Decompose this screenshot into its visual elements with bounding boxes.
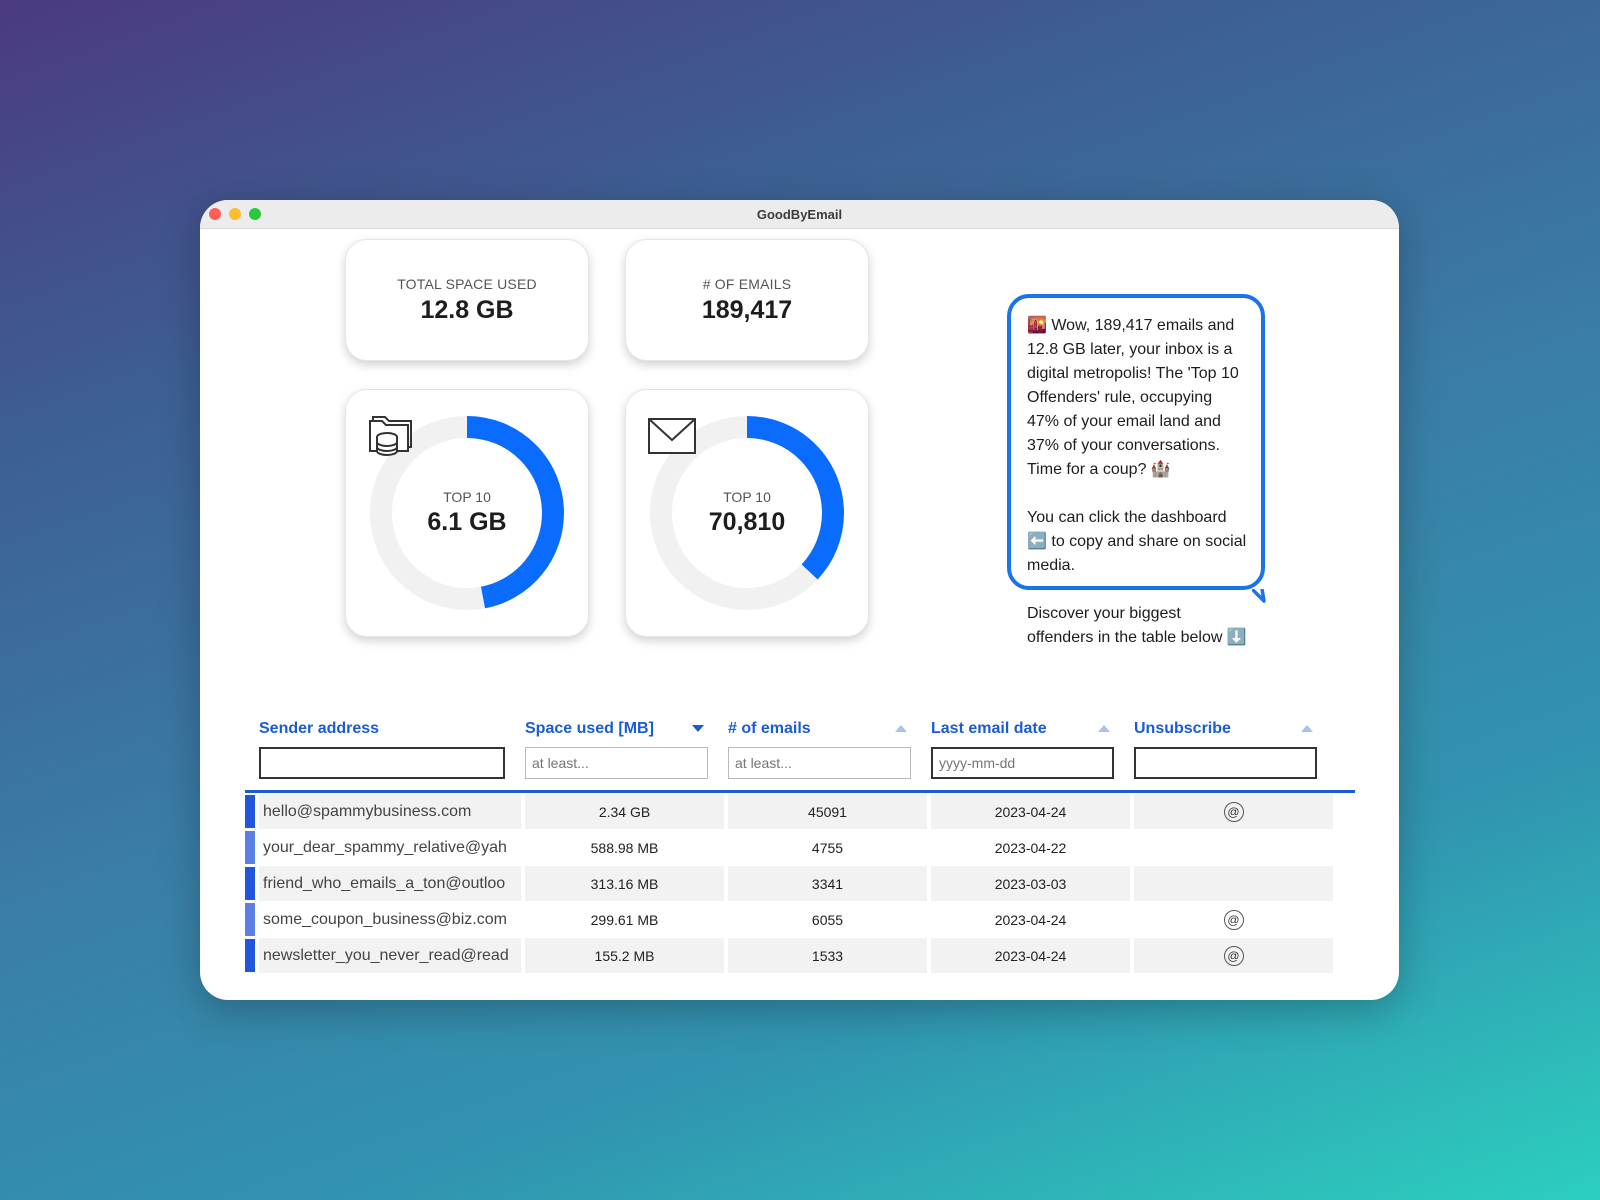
title-bar: GoodByEmail (200, 200, 1399, 229)
sender-cell: hello@spammybusiness.com (259, 794, 521, 829)
filter-row (245, 742, 1355, 784)
total-space-value: 12.8 GB (420, 295, 514, 324)
unsubscribe-cell: @ (1134, 794, 1333, 829)
row-marker (245, 939, 255, 972)
app-window: GoodByEmail TOTAL SPACE USED 12.8 GB # O… (200, 200, 1399, 1000)
sort-asc-icon[interactable] (1098, 725, 1110, 732)
unsubscribe-at-icon[interactable]: @ (1223, 909, 1244, 930)
email-count-label: # OF EMAILS (702, 275, 792, 292)
sender-cell: some_coupon_business@biz.com (259, 902, 521, 937)
sender-cell: newsletter_you_never_read@read (259, 938, 521, 973)
table-row[interactable]: friend_who_emails_a_ton@outloo 313.16 MB 3… (245, 866, 1355, 901)
row-marker (245, 831, 255, 864)
space-filter-input[interactable] (525, 747, 708, 779)
summary-speech-bubble: 🌇 Wow, 189,417 emails and 12.8 GB later,… (1007, 294, 1265, 646)
table-body: hello@spammybusiness.com 2.34 GB 45091 2023… (245, 794, 1355, 973)
window-title: GoodByEmail (756, 206, 843, 222)
top10-space-value: 6.1 GB (427, 508, 507, 536)
emails-column-header[interactable]: # of emails (714, 720, 917, 742)
emails-filter-input[interactable] (728, 747, 911, 779)
date-cell: 2023-04-24 (931, 938, 1130, 973)
minimize-window-button[interactable] (229, 208, 241, 220)
row-marker (245, 795, 255, 828)
table-row[interactable]: your_dear_spammy_relative@yah 588.98 MB 47… (245, 830, 1355, 865)
unsubscribe-at-icon[interactable]: @ (1223, 801, 1244, 822)
date-cell: 2023-04-22 (931, 830, 1130, 865)
date-cell: 2023-04-24 (931, 902, 1130, 937)
emails-cell: 3341 (728, 866, 927, 901)
space-column-header[interactable]: Space used [MB] (511, 720, 714, 742)
folder-database-icon (369, 416, 412, 456)
row-marker (245, 903, 255, 936)
total-space-label: TOTAL SPACE USED (397, 275, 537, 292)
sort-asc-icon[interactable] (1301, 725, 1313, 732)
unsubscribe-cell (1134, 830, 1333, 865)
zoom-window-button[interactable] (249, 208, 261, 220)
senders-table: Sender address Space used [MB] # of emai… (245, 720, 1355, 973)
speech-bubble-tail (1252, 589, 1266, 603)
date-cell: 2023-04-24 (931, 794, 1130, 829)
sort-asc-icon[interactable] (895, 725, 907, 732)
top10-emails-card[interactable]: TOP 10 70,810 (625, 389, 869, 637)
unsubscribe-column-header[interactable]: Unsubscribe (1120, 720, 1323, 742)
summary-paragraph: 🌇 Wow, 189,417 emails and 12.8 GB later,… (1027, 317, 1239, 478)
top10-emails-label: TOP 10 (723, 489, 771, 505)
top10-emails-donut: TOP 10 70,810 (647, 413, 847, 613)
table-header: Sender address Space used [MB] # of emai… (245, 720, 1355, 742)
row-marker (245, 867, 255, 900)
space-cell: 313.16 MB (525, 866, 724, 901)
top10-space-card[interactable]: TOP 10 6.1 GB (345, 389, 589, 637)
emails-cell: 4755 (728, 830, 927, 865)
unsubscribe-cell: @ (1134, 902, 1333, 937)
share-hint-paragraph: You can click the dashboard ⬅️ to copy a… (1027, 509, 1247, 574)
sender-filter-input[interactable] (259, 747, 505, 779)
space-cell: 2.34 GB (525, 794, 724, 829)
email-count-value: 189,417 (701, 295, 793, 324)
unsubscribe-filter-input[interactable] (1134, 747, 1317, 779)
table-row[interactable]: hello@spammybusiness.com 2.34 GB 45091 2023… (245, 794, 1355, 829)
date-cell: 2023-03-03 (931, 866, 1130, 901)
email-count-card[interactable]: # OF EMAILS 189,417 (625, 239, 869, 361)
close-window-button[interactable] (209, 208, 221, 220)
sender-cell: friend_who_emails_a_ton@outloo (259, 866, 521, 901)
emails-cell: 1533 (728, 938, 927, 973)
space-cell: 299.61 MB (525, 902, 724, 937)
space-cell: 588.98 MB (525, 830, 724, 865)
space-cell: 155.2 MB (525, 938, 724, 973)
table-row[interactable]: newsletter_you_never_read@read 155.2 MB 15… (245, 938, 1355, 973)
unsubscribe-cell: @ (1134, 938, 1333, 973)
unsubscribe-at-icon[interactable]: @ (1223, 945, 1244, 966)
sender-column-header[interactable]: Sender address (245, 720, 511, 742)
total-space-card[interactable]: TOTAL SPACE USED 12.8 GB (345, 239, 589, 361)
table-hint-paragraph: Discover your biggest offenders in the t… (1027, 605, 1247, 646)
top10-emails-value: 70,810 (708, 508, 786, 536)
sort-desc-icon[interactable] (692, 725, 704, 732)
header-separator (245, 790, 1355, 793)
sender-cell: your_dear_spammy_relative@yah (259, 830, 521, 865)
envelope-icon (648, 418, 696, 454)
emails-cell: 6055 (728, 902, 927, 937)
emails-cell: 45091 (728, 794, 927, 829)
window-controls (209, 208, 261, 220)
table-row[interactable]: some_coupon_business@biz.com 299.61 MB 605… (245, 902, 1355, 937)
date-filter-input[interactable] (931, 747, 1114, 779)
unsubscribe-cell (1134, 866, 1333, 901)
date-column-header[interactable]: Last email date (917, 720, 1120, 742)
top10-space-donut: TOP 10 6.1 GB (367, 413, 567, 613)
top10-space-label: TOP 10 (443, 489, 491, 505)
